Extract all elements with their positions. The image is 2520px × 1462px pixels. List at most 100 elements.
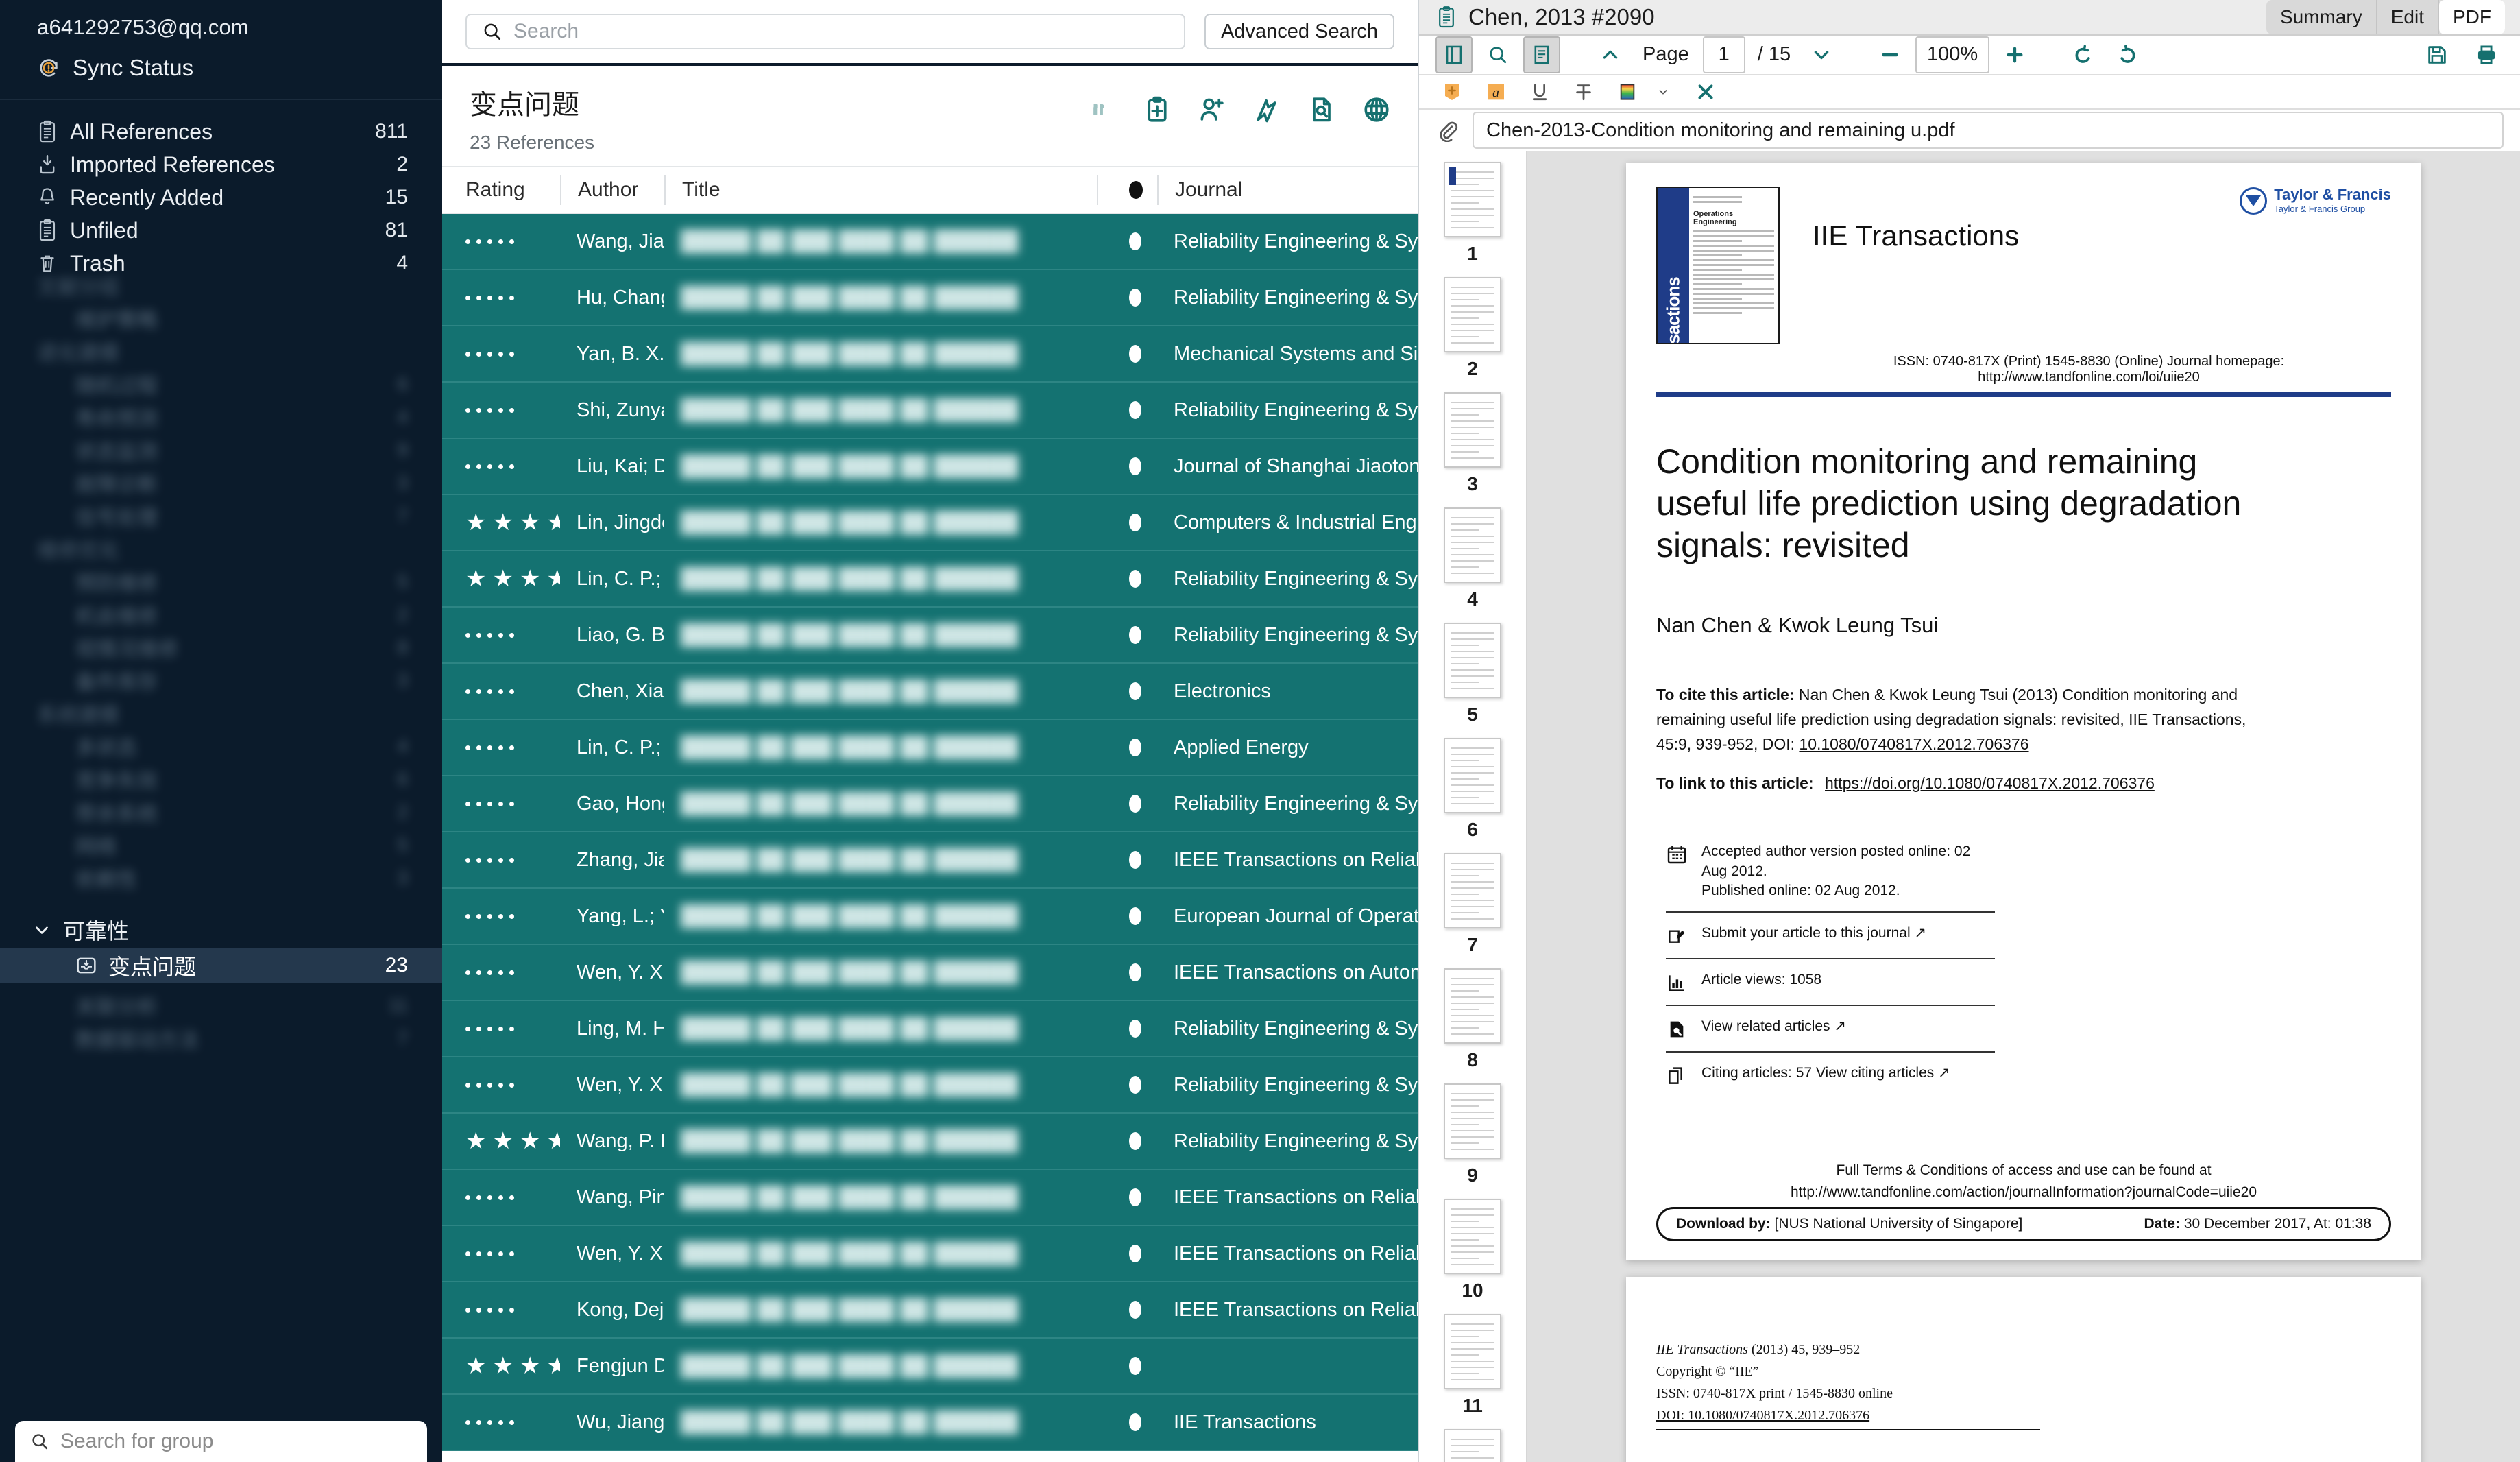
- chevron-down-icon[interactable]: [1803, 36, 1840, 73]
- metadata-row-submit[interactable]: Submit your article to this journal ↗: [1666, 913, 1995, 960]
- cell-rating[interactable]: [442, 832, 560, 888]
- column-header-title[interactable]: Title: [664, 175, 1097, 205]
- table-row[interactable]: Liu, Kai; Da... █████ ██ ███ ████ ██ ████…: [442, 439, 1418, 495]
- page-number-input[interactable]: 1: [1702, 36, 1745, 73]
- table-row[interactable]: Lin, C. P.; C... █████ ██ ███ ████ ██ ███…: [442, 720, 1418, 776]
- pdf-thumbnail[interactable]: 11: [1419, 1314, 1526, 1417]
- table-row[interactable]: Gao, Hongd... █████ ██ ███ ████ ██ ██████…: [442, 776, 1418, 832]
- table-row[interactable]: Wu, Jiangu... █████ ██ ███ ████ ██ ██████…: [442, 1395, 1418, 1451]
- chevron-down-icon[interactable]: [1655, 75, 1671, 108]
- sidebar-item-imported-references[interactable]: Imported References 2: [0, 148, 442, 181]
- pdf-thumbnail[interactable]: 6: [1419, 738, 1526, 841]
- cell-rating[interactable]: [442, 944, 560, 1000]
- cell-rating[interactable]: [442, 663, 560, 719]
- zoom-in-plus-icon[interactable]: [1996, 36, 2033, 73]
- table-row[interactable]: Wang, Jiant... █████ ██ ███ ████ ██ █████…: [442, 214, 1418, 270]
- table-row[interactable]: ★★★★★ Wang, P. P.;... █████ ██ ███ ████ ██…: [442, 1114, 1418, 1170]
- column-header-attachment[interactable]: [1097, 175, 1157, 205]
- table-row[interactable]: ★★★★★ Lin, C. P.; Li... █████ ██ ███ ████ …: [442, 551, 1418, 608]
- cell-rating[interactable]: [442, 382, 560, 438]
- zoom-level-input[interactable]: 100%: [1915, 36, 1990, 73]
- cell-rating[interactable]: ★★★★★: [442, 551, 560, 607]
- rotate-right-icon[interactable]: [2109, 36, 2146, 73]
- table-row[interactable]: Yang, L.; Ye,... █████ ██ ███ ████ ██ ███…: [442, 889, 1418, 945]
- pdf-thumbnail[interactable]: 8: [1419, 968, 1526, 1071]
- open-url-icon[interactable]: [1359, 92, 1394, 128]
- sidebar-item-trash[interactable]: Trash 4: [0, 247, 442, 280]
- cell-rating[interactable]: [442, 1282, 560, 1338]
- cell-rating[interactable]: [442, 1000, 560, 1057]
- sidebar-item-all-references[interactable]: All References 811: [0, 115, 442, 148]
- find-full-text-icon[interactable]: [1304, 92, 1340, 128]
- add-to-group-icon[interactable]: [1139, 92, 1175, 128]
- table-row[interactable]: Shi, Zunya;... █████ ██ ███ ████ ██ █████…: [442, 383, 1418, 439]
- search-input[interactable]: Search: [465, 14, 1186, 49]
- cell-rating[interactable]: ★★★★★: [442, 1338, 560, 1394]
- search-icon[interactable]: [1479, 36, 1516, 73]
- underline-icon[interactable]: [1523, 75, 1556, 108]
- metadata-row-citing[interactable]: Citing articles: 57 View citing articles…: [1666, 1053, 1995, 1098]
- table-row[interactable]: Wen, Y. X.;... █████ ██ ███ ████ ██ █████…: [442, 945, 1418, 1001]
- table-row[interactable]: Hu, Changh... █████ ██ ███ ████ ██ ██████…: [442, 270, 1418, 326]
- cell-rating[interactable]: ★★★★★: [442, 494, 560, 551]
- chevron-up-icon[interactable]: [1592, 36, 1629, 73]
- cell-rating[interactable]: [442, 719, 560, 776]
- cell-rating[interactable]: [442, 214, 560, 269]
- cell-rating[interactable]: [442, 888, 560, 944]
- tab-edit[interactable]: Edit: [2377, 0, 2439, 34]
- pdf-thumbnail[interactable]: 9: [1419, 1083, 1526, 1186]
- pdf-thumbnail[interactable]: 3: [1419, 392, 1526, 495]
- column-header-journal[interactable]: Journal: [1157, 175, 1418, 205]
- close-icon[interactable]: [1689, 75, 1722, 108]
- share-with-people-icon[interactable]: [1194, 92, 1230, 128]
- rotate-left-icon[interactable]: [2065, 36, 2102, 73]
- table-row[interactable]: Liao, G. B.;... █████ ██ ███ ████ ██ ████…: [442, 608, 1418, 664]
- sidebar-item-recently-added[interactable]: Recently Added 15: [0, 181, 442, 214]
- cell-rating[interactable]: [442, 607, 560, 663]
- group-search-input[interactable]: Search for group: [15, 1421, 427, 1462]
- cell-rating[interactable]: [442, 438, 560, 494]
- advanced-search-button[interactable]: Advanced Search: [1204, 14, 1394, 49]
- cell-rating[interactable]: [442, 1057, 560, 1113]
- metadata-row-related[interactable]: View related articles ↗: [1666, 1006, 1995, 1053]
- cell-rating[interactable]: [442, 776, 560, 832]
- column-header-author[interactable]: Author: [560, 175, 664, 205]
- zoom-out-minus-icon[interactable]: [1871, 36, 1909, 73]
- sync-status-item[interactable]: Sync Status: [0, 52, 442, 99]
- highlight-text-icon[interactable]: a: [1479, 75, 1512, 108]
- pdf-thumbnail[interactable]: 5: [1419, 623, 1526, 726]
- print-icon[interactable]: [2468, 36, 2505, 73]
- link-url[interactable]: https://doi.org/10.1080/0740817X.2012.70…: [1825, 774, 2155, 792]
- pdf-thumbnail[interactable]: 12: [1419, 1429, 1526, 1462]
- table-row[interactable]: Chen, Xiao... █████ ██ ███ ████ ██ ██████…: [442, 664, 1418, 720]
- sidebar-group-item-changepoint[interactable]: 变点问题 23: [0, 948, 442, 983]
- table-row[interactable]: Wang, Ping... █████ ██ ███ ████ ██ ██████…: [442, 1170, 1418, 1226]
- pdf-thumbnail[interactable]: 2: [1419, 277, 1526, 380]
- notes-panel-icon[interactable]: [1523, 36, 1560, 73]
- strikethrough-icon[interactable]: [1567, 75, 1600, 108]
- cell-rating[interactable]: [442, 269, 560, 326]
- pdf-thumbnail[interactable]: 7: [1419, 853, 1526, 956]
- tab-summary[interactable]: Summary: [2266, 0, 2377, 34]
- pdf-thumbnail-sidebar[interactable]: 123456789101112131415: [1419, 151, 1527, 1462]
- color-picker-icon[interactable]: [1611, 75, 1644, 108]
- pdf-thumbnail[interactable]: 1: [1419, 162, 1526, 265]
- pdf-thumbnail[interactable]: 10: [1419, 1199, 1526, 1302]
- table-row[interactable]: Zhang, Jian... █████ ██ ███ ████ ██ █████…: [442, 832, 1418, 889]
- table-row[interactable]: Kong, Dejin... █████ ██ ███ ████ ██ █████…: [442, 1282, 1418, 1339]
- cite-doi[interactable]: 10.1080/0740817X.2012.706376: [1799, 735, 2028, 753]
- cell-rating[interactable]: [442, 1394, 560, 1450]
- export-icon[interactable]: [1249, 92, 1285, 128]
- table-row[interactable]: Wen, Y. X.;... █████ ██ ███ ████ ██ █████…: [442, 1226, 1418, 1282]
- sidebar-item-unfiled[interactable]: Unfiled 81: [0, 214, 442, 247]
- table-row[interactable]: Ling, M. H.;... █████ ██ ███ ████ ██ ████…: [442, 1001, 1418, 1057]
- pdf-thumbnail[interactable]: 4: [1419, 507, 1526, 610]
- table-row[interactable]: ★★★★★ Lin, Jingdon... █████ ██ ███ ████ ██…: [442, 495, 1418, 551]
- pdf-filename-field[interactable]: Chen-2013-Condition monitoring and remai…: [1473, 112, 2504, 149]
- cell-rating[interactable]: [442, 326, 560, 382]
- sticky-note-icon[interactable]: [1435, 75, 1468, 108]
- table-row[interactable]: Yan, B. X.;... █████ ██ ███ ████ ██ █████…: [442, 326, 1418, 383]
- table-row[interactable]: Wen, Y. X.;... █████ ██ ███ ████ ██ █████…: [442, 1057, 1418, 1114]
- quote-icon[interactable]: [1085, 92, 1120, 128]
- group-header-reliability[interactable]: 可靠性: [0, 912, 442, 948]
